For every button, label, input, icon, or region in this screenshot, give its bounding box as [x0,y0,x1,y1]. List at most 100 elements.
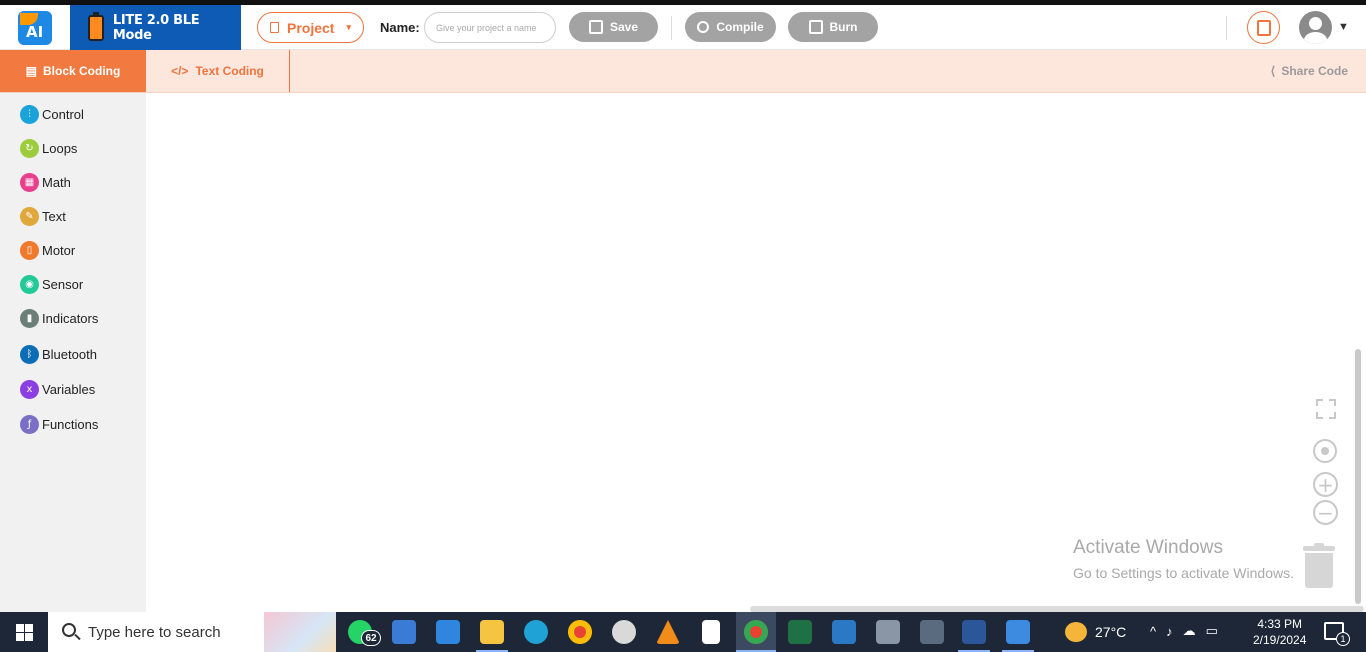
edge-icon[interactable] [524,620,548,644]
chrome-icon[interactable] [568,620,592,644]
notification-count: 1 [1336,632,1350,646]
user-avatar[interactable] [1299,11,1332,44]
weather-widget[interactable]: 27°C [1065,622,1126,642]
compile-label: Compile [716,20,764,34]
speaker-icon[interactable]: ♪ [1166,624,1173,639]
category-functions[interactable]: ƒ Functions [20,414,98,434]
block-workspace[interactable]: + − Activate Windows Go to Settings to a… [146,93,1366,612]
avatar-head [1309,17,1322,30]
category-label: Functions [42,416,99,432]
windows-start-icon[interactable] [16,624,33,641]
category-bluetooth[interactable]: ᛒ Bluetooth [20,344,97,364]
recenter-icon[interactable] [1313,439,1337,463]
weather-temp: 27°C [1095,624,1127,640]
share-code-label: Share Code [1281,64,1348,78]
tab-text-coding-label: Text Coding [195,64,264,78]
app-logo[interactable]: AI [18,11,52,45]
vertical-scrollbar[interactable] [1355,349,1361,604]
category-text[interactable]: ✎ Text [20,206,66,226]
tab-text-coding[interactable]: </> Text Coding [146,50,290,92]
app-header: AI LITE 2.0 BLE Mode Project ▾ Name: Sav… [0,5,1366,50]
category-label: Loops [42,140,78,156]
category-label: Text [42,208,66,224]
save-button[interactable]: Save [569,12,658,42]
compile-icon [697,21,710,33]
category-label: Variables [42,381,96,397]
burn-button[interactable]: Burn [788,12,878,42]
battery-icon [88,11,104,41]
control-icon: ⫶ [20,104,39,124]
caret-down-icon[interactable]: ▼ [1338,21,1349,33]
function-icon: ƒ [20,414,39,434]
paint-icon[interactable] [612,620,636,644]
taskbar-search[interactable]: Type here to search [48,612,336,652]
notepad-icon[interactable] [702,620,720,644]
category-sensor[interactable]: ◉ Sensor [20,274,83,294]
motor-icon: ▯ [20,240,39,260]
excel-icon[interactable] [788,620,812,644]
category-math[interactable]: ▦ Math [20,172,71,192]
word-icon[interactable] [962,620,986,644]
category-variables[interactable]: x Variables [20,379,95,399]
logo-text: AI [26,23,44,41]
chevron-up-icon[interactable]: ^ [1150,624,1156,639]
category-loops[interactable]: ↻ Loops [20,138,77,158]
onedrive-icon[interactable]: ☁ [1183,623,1196,639]
variable-icon: x [20,379,39,399]
notification-center-icon[interactable]: 1 [1324,622,1350,646]
share-icon: ⟨ [1270,64,1276,78]
burn-label: Burn [829,20,858,34]
store-icon[interactable] [392,620,416,644]
fullscreen-icon[interactable] [1316,399,1336,419]
divider [1226,16,1227,40]
share-code-button[interactable]: ⟨ Share Code [1271,64,1348,78]
tab-block-coding-label: Block Coding [43,64,121,78]
indicator-icon: ▮ [20,308,39,328]
code-file-icon [1256,19,1271,36]
mail-icon[interactable] [832,620,856,644]
mode-label: LITE 2.0 BLE Mode [112,12,200,43]
file-explorer-icon[interactable] [480,620,504,644]
calculator-app-icon[interactable] [920,620,944,644]
block-icon: ▤ [25,64,37,78]
category-label: Motor [42,242,76,258]
trash-icon[interactable] [1303,543,1335,588]
watermark-title: Activate Windows [1073,537,1223,558]
zoom-in-icon[interactable]: + [1313,472,1338,497]
clock-time: 4:33 PM [1257,617,1303,631]
divider [671,16,672,40]
watermark-subtitle: Go to Settings to activate Windows. [1073,565,1294,581]
keyboard-icon[interactable]: ▭ [1206,623,1218,639]
clock[interactable]: 4:33 PM 2/19/2024 [1253,616,1306,648]
block-categories-sidebar: ⫶ Control ↻ Loops ▦ Math ✎ Text ▯ Motor … [0,93,146,612]
category-label: Control [42,106,84,122]
scanner-icon[interactable] [876,620,900,644]
category-label: Sensor [42,276,84,292]
code-view-button[interactable] [1247,11,1280,44]
calculator-icon: ▦ [20,172,39,192]
windows-taskbar: Type here to search 62 27°C ^ ♪ ☁ ▭ 4:33… [0,612,1366,652]
system-tray: ^ ♪ ☁ ▭ [1150,623,1218,639]
avatar-body [1304,32,1327,44]
project-name-input[interactable] [424,12,556,43]
category-indicators[interactable]: ▮ Indicators [20,308,98,328]
category-control[interactable]: ⫶ Control [20,104,84,124]
compile-button[interactable]: Compile [685,12,776,42]
vlc-icon[interactable] [656,620,680,644]
name-label: Name: [380,20,420,35]
search-icon [62,623,76,637]
category-motor[interactable]: ▯ Motor [20,240,75,260]
text-icon: ✎ [20,206,39,226]
search-placeholder: Type here to search [88,624,221,641]
mode-indicator[interactable]: LITE 2.0 BLE Mode [70,5,241,50]
calendar-icon[interactable] [436,620,460,644]
code-icon: </> [171,64,189,78]
category-label: Bluetooth [42,346,97,362]
project-label: Project [287,19,335,36]
photos-icon[interactable] [1006,620,1030,644]
coding-tabs-bar: ▤ Block Coding </> Text Coding ⟨ Share C… [0,50,1366,93]
zoom-out-icon[interactable]: − [1313,500,1338,525]
project-dropdown-button[interactable]: Project ▾ [257,12,364,43]
chrome-profile-icon[interactable] [744,620,768,644]
tab-block-coding[interactable]: ▤ Block Coding [0,50,146,92]
